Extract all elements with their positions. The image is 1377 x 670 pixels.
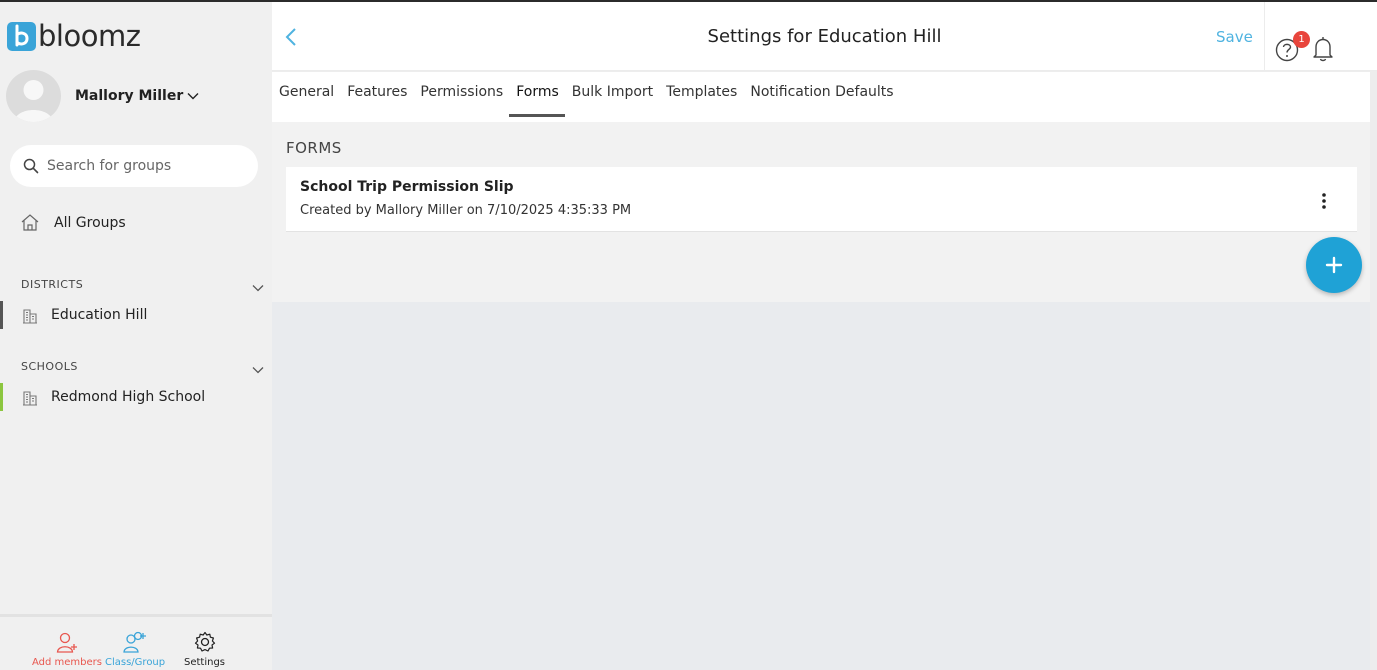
logo-text: bloomz [38, 19, 141, 53]
content-background [272, 302, 1370, 670]
logo-mark [7, 21, 36, 51]
save-button[interactable]: Save [1216, 28, 1253, 46]
user-menu[interactable]: Mallory Miller [6, 70, 199, 122]
form-title: School Trip Permission Slip [300, 179, 514, 195]
sidebar-item-education-hill[interactable]: Education Hill [0, 301, 272, 329]
add-members-button[interactable]: Add members [32, 631, 102, 668]
bottom-toolbar: Add members Class/Group Settings [0, 614, 272, 670]
add-person-icon [56, 632, 77, 653]
group-label: Redmond High School [51, 389, 206, 405]
tab-notification-defaults[interactable]: Notification Defaults [743, 72, 899, 117]
group-label: Education Hill [51, 307, 148, 323]
section-label-districts: DISTRICTS [21, 278, 84, 291]
header-divider [1264, 2, 1265, 71]
plus-icon [1325, 256, 1343, 274]
building-icon [23, 309, 37, 324]
tab-forms[interactable]: Forms [509, 72, 565, 117]
group-color-indicator [0, 383, 3, 411]
page-title: Settings for Education Hill [707, 26, 942, 47]
bell-icon[interactable] [1312, 36, 1334, 62]
settings-button[interactable]: Settings [184, 631, 225, 668]
tab-bulk-import[interactable]: Bulk Import [565, 72, 659, 117]
forms-panel: FORMS School Trip Permission Slip Create… [272, 122, 1370, 302]
class-group-button[interactable]: Class/Group [105, 631, 165, 668]
home-icon [21, 214, 39, 231]
search-icon [23, 158, 39, 174]
avatar [6, 70, 61, 122]
chevron-down-icon [187, 93, 199, 100]
active-indicator [0, 301, 3, 329]
tab-general[interactable]: General [272, 72, 340, 117]
sidebar-item-redmond-high-school[interactable]: Redmond High School [0, 383, 272, 411]
form-meta: Created by Mallory Miller on 7/10/2025 4… [300, 203, 632, 218]
chevron-down-icon[interactable] [252, 284, 264, 292]
user-name-label: Mallory Miller [75, 88, 184, 104]
add-form-button[interactable] [1306, 237, 1362, 293]
bloomz-logo[interactable]: bloomz [7, 19, 141, 53]
user-name[interactable]: Mallory Miller [75, 88, 199, 104]
section-label-schools: SCHOOLS [21, 360, 78, 373]
sidebar: bloomz Mallory Miller All Groups DISTRI [0, 2, 272, 670]
list-item[interactable]: School Trip Permission Slip Created by M… [286, 167, 1357, 232]
sidebar-item-all-groups[interactable]: All Groups [20, 213, 126, 232]
page-header: Settings for Education Hill Save 1 [272, 2, 1377, 71]
gear-icon [194, 631, 215, 652]
group-add-icon [123, 631, 147, 653]
tab-features[interactable]: Features [340, 72, 413, 117]
add-members-label: Add members [32, 657, 102, 668]
notification-badge: 1 [1293, 31, 1310, 48]
settings-label: Settings [184, 657, 226, 668]
search-input[interactable] [47, 158, 247, 174]
more-options-icon[interactable] [1320, 192, 1328, 210]
tab-templates[interactable]: Templates [659, 72, 743, 117]
tab-permissions[interactable]: Permissions [413, 72, 509, 117]
section-heading: FORMS [286, 139, 342, 157]
search-box[interactable] [10, 145, 258, 187]
all-groups-label: All Groups [54, 214, 126, 231]
settings-tabs: General Features Permissions Forms Bulk … [272, 72, 1370, 122]
chevron-down-icon[interactable] [252, 366, 264, 374]
class-group-label: Class/Group [105, 657, 166, 668]
building-icon [23, 391, 37, 406]
